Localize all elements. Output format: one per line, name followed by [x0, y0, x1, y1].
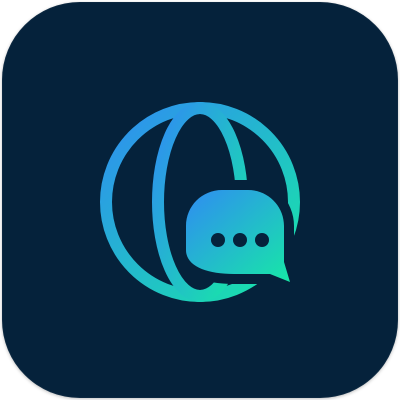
chat-dot-3	[255, 233, 269, 247]
chat-dot-1	[211, 233, 225, 247]
chat-bubble-icon	[186, 190, 290, 282]
globe-chat-icon	[100, 102, 300, 302]
chat-dot-2	[233, 233, 247, 247]
